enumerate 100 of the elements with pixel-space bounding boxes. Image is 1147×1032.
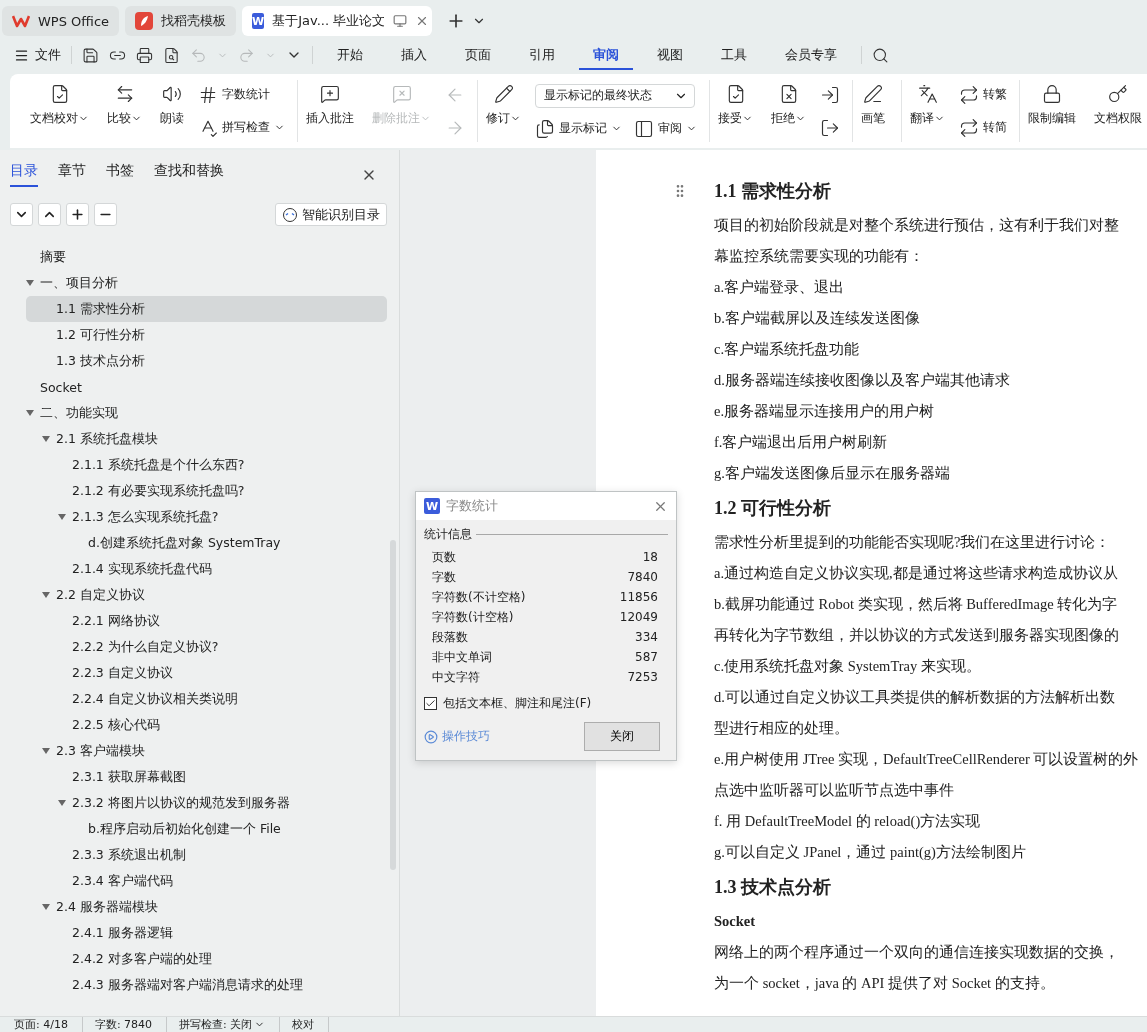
panel-tab[interactable]: 查找和替换 (154, 162, 224, 187)
status-item[interactable]: 页面: 4/18 (14, 1017, 83, 1032)
search-icon[interactable] (872, 46, 889, 64)
tab-label: WPS Office (38, 13, 110, 29)
ribbon-button[interactable]: 拼写检查 (198, 117, 285, 138)
toc-item[interactable]: 1.3 技术点分析 (26, 348, 387, 374)
expand-triangle-icon[interactable] (58, 514, 66, 520)
save-icon[interactable] (82, 46, 99, 64)
toc-item[interactable]: 2.1.3 怎么实现系统托盘? (26, 504, 387, 530)
markup-select[interactable]: 显示标记的最终状态 (535, 83, 695, 108)
convert-icon (959, 84, 979, 105)
toc-item[interactable]: 2.1.1 系统托盘是个什么东西? (26, 452, 387, 478)
toc-item[interactable]: 2.1 系统托盘模块 (26, 426, 387, 452)
document-text: d.服务器端连续接收图像以及客户端其他请求 (714, 371, 1010, 390)
stat-value: 18 (642, 550, 658, 564)
toc-item[interactable]: 2.2.3 自定义协议 (26, 660, 387, 686)
document-text: f. 用 DefaultTreeModel 的 reload()方法实现 (714, 812, 981, 831)
arrow-in-icon[interactable] (820, 84, 840, 105)
toc-item[interactable]: 二、功能实现 (26, 400, 387, 426)
ribbon-button[interactable]: 画笔 (857, 80, 889, 142)
print-icon[interactable] (136, 46, 153, 64)
toc-item[interactable]: 2.2 自定义协议 (26, 582, 387, 608)
ribbon-tab[interactable]: 会员专享 (771, 40, 851, 70)
app-tab[interactable]: WPS Office (2, 6, 120, 36)
expand-triangle-icon[interactable] (42, 904, 50, 910)
toc-item[interactable]: 2.3.1 获取屏幕截图 (26, 764, 387, 790)
dialog-title: 字数统计 (446, 497, 499, 515)
toc-item[interactable]: 2.3.2 将图片以协议的规范发到服务器 (26, 790, 387, 816)
toc-item[interactable]: 2.1.2 有必要实现系统托盘吗? (26, 478, 387, 504)
toc-item[interactable]: 一、项目分析 (26, 270, 387, 296)
ribbon-button[interactable]: 朗读 (156, 80, 188, 142)
smart-toc-button[interactable]: 智能识别目录 (275, 203, 387, 226)
document-text: g.可以自定义 JPanel，通过 paint(g)方法绘制图片 (714, 843, 1026, 862)
ribbon-button[interactable]: 显示标记 (535, 118, 622, 139)
status-item[interactable]: 校对 (292, 1017, 330, 1032)
expand-button[interactable] (38, 203, 61, 226)
status-item[interactable]: 字数: 7840 (94, 1017, 168, 1032)
expand-triangle-icon[interactable] (42, 592, 50, 598)
app-tab[interactable]: W 基于Jav... 毕业论文 (242, 6, 433, 36)
checkbox[interactable] (424, 697, 437, 710)
ribbon-tab[interactable]: 插入 (387, 40, 441, 70)
ribbon-tab[interactable]: 工具 (707, 40, 761, 70)
ribbon-tab[interactable]: 审阅 (579, 40, 633, 70)
toc-item[interactable]: 2.1.4 实现系统托盘代码 (26, 556, 387, 582)
ribbon-button[interactable]: 转繁 (959, 84, 1007, 105)
toc-item[interactable]: 1.1 需求性分析 (26, 296, 387, 322)
toc-item[interactable]: 摘要 (26, 244, 387, 270)
collapse-button[interactable] (10, 203, 33, 226)
ribbon-button[interactable]: 文档权限 (1090, 80, 1146, 142)
toc-item[interactable]: 2.4.1 服务器逻辑 (26, 920, 387, 946)
expand-triangle-icon[interactable] (26, 280, 34, 286)
toc-item[interactable]: 2.4.3 服务器端对客户端消息请求的处理 (26, 972, 387, 998)
include-checkbox[interactable]: 包括文本框、脚注和尾注(F) (424, 695, 668, 712)
ribbon-button[interactable]: 翻译 (906, 80, 949, 142)
ribbon-button[interactable]: 审阅 (634, 118, 697, 139)
toc-item[interactable]: Socket (26, 374, 387, 400)
add-button[interactable] (66, 203, 89, 226)
preview-icon[interactable] (163, 46, 180, 64)
ribbon-button[interactable]: 字数统计 (198, 84, 270, 105)
toc-item[interactable]: 2.3 客户端模块 (26, 738, 387, 764)
status-item[interactable]: 拼写检查: 关闭 (179, 1017, 281, 1032)
toc-item[interactable]: d.创建系统托盘对象 SystemTray (26, 530, 387, 556)
menu-icon (14, 47, 29, 63)
ribbon-button[interactable]: 文档校对 (26, 80, 93, 142)
ribbon-tab[interactable]: 视图 (643, 40, 697, 70)
toc-item[interactable]: 2.4.2 对多客户端的处理 (26, 946, 387, 972)
document-badge: W (252, 13, 265, 29)
toc-item[interactable]: 2.2.1 网络协议 (26, 608, 387, 634)
expand-triangle-icon[interactable] (42, 748, 50, 754)
file-menu[interactable]: 文件 (14, 46, 61, 64)
toc-item[interactable]: 2.2.2 为什么自定义协议? (26, 634, 387, 660)
close-button[interactable]: 关闭 (584, 722, 660, 751)
scrollbar[interactable] (390, 540, 396, 870)
toc-item[interactable]: 2.2.5 核心代码 (26, 712, 387, 738)
toc-item[interactable]: 2.2.4 自定义协议相关类说明 (26, 686, 387, 712)
panel-tab[interactable]: 书签 (106, 162, 134, 187)
ribbon-button[interactable]: 限制编辑 (1024, 80, 1080, 142)
stat-label: 字数 (432, 568, 456, 586)
toc-item[interactable]: 2.3.4 客户端代码 (26, 868, 387, 894)
ribbon-tab[interactable]: 引用 (515, 40, 569, 70)
smart-icon (282, 206, 298, 223)
app-tab[interactable]: 找稻壳模板 (125, 6, 237, 36)
ribbon-button[interactable]: 修订 (482, 80, 525, 142)
panel-tab[interactable]: 目录 (10, 162, 38, 187)
ribbon-button[interactable]: 转简 (959, 117, 1007, 138)
toc-item[interactable]: 2.3.3 系统退出机制 (26, 842, 387, 868)
ribbon-button[interactable]: 比较 (103, 80, 146, 142)
ribbon-tab[interactable]: 开始 (323, 40, 377, 70)
toc-item[interactable]: b.程序启动后初始化创建一个 File (26, 816, 387, 842)
ribbon-button[interactable]: 接受 (714, 80, 757, 142)
expand-triangle-icon[interactable] (42, 436, 50, 442)
toc-item[interactable]: 1.2 可行性分析 (26, 322, 387, 348)
ribbon-button[interactable]: 插入批注 (302, 80, 358, 142)
ribbon-button[interactable]: 拒绝 (767, 80, 810, 142)
toc-item[interactable]: 2.4 服务器端模块 (26, 894, 387, 920)
panel-tab[interactable]: 章节 (58, 162, 86, 187)
monitor-icon[interactable] (393, 14, 408, 28)
expand-triangle-icon[interactable] (58, 800, 66, 806)
ribbon-tab[interactable]: 页面 (451, 40, 505, 70)
expand-triangle-icon[interactable] (26, 410, 34, 416)
